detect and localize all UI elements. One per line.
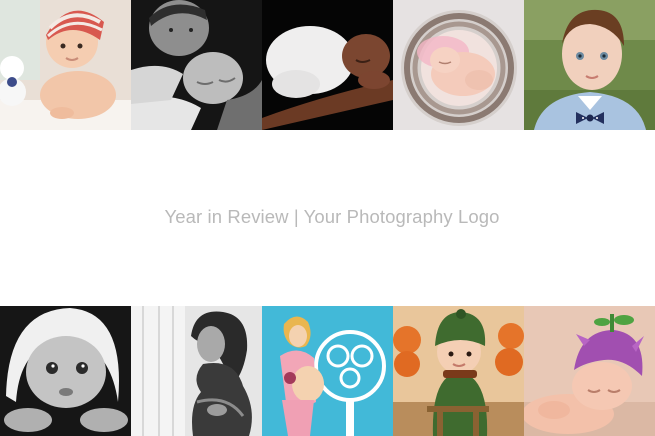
pregnant-woman-tree-backdrop-photo — [262, 306, 393, 436]
pregnant-woman-tree-backdrop-image — [262, 306, 393, 436]
father-holding-newborn-bw-photo — [131, 0, 262, 130]
bottom-photo-strip — [0, 306, 655, 436]
newborn-purple-flower-hat-photo — [524, 306, 655, 436]
pregnant-woman-window-bw-image — [131, 306, 262, 436]
photography-logo-caption: Year in Review | Your Photography Logo — [164, 206, 500, 227]
baby-green-hat-pumpkins-photo — [393, 306, 524, 436]
sleeping-newborn-on-arm-image — [262, 0, 393, 130]
toddler-with-bow-tie-image — [524, 0, 655, 130]
baby-in-striped-hat-image — [0, 0, 131, 130]
baby-under-towel-bw-image — [0, 306, 131, 436]
baby-green-hat-pumpkins-image — [393, 306, 524, 436]
baby-in-striped-hat-photo — [0, 0, 131, 130]
pregnant-woman-window-bw-photo — [131, 306, 262, 436]
toddler-with-bow-tie-photo — [524, 0, 655, 130]
top-photo-strip — [0, 0, 655, 130]
newborn-purple-flower-hat-image — [524, 306, 655, 436]
baby-under-towel-bw-photo — [0, 306, 131, 436]
sleeping-newborn-on-arm-photo — [262, 0, 393, 130]
newborn-in-nest-basket-image — [393, 0, 524, 130]
newborn-in-nest-basket-photo — [393, 0, 524, 130]
father-holding-newborn-bw-image — [131, 0, 262, 130]
